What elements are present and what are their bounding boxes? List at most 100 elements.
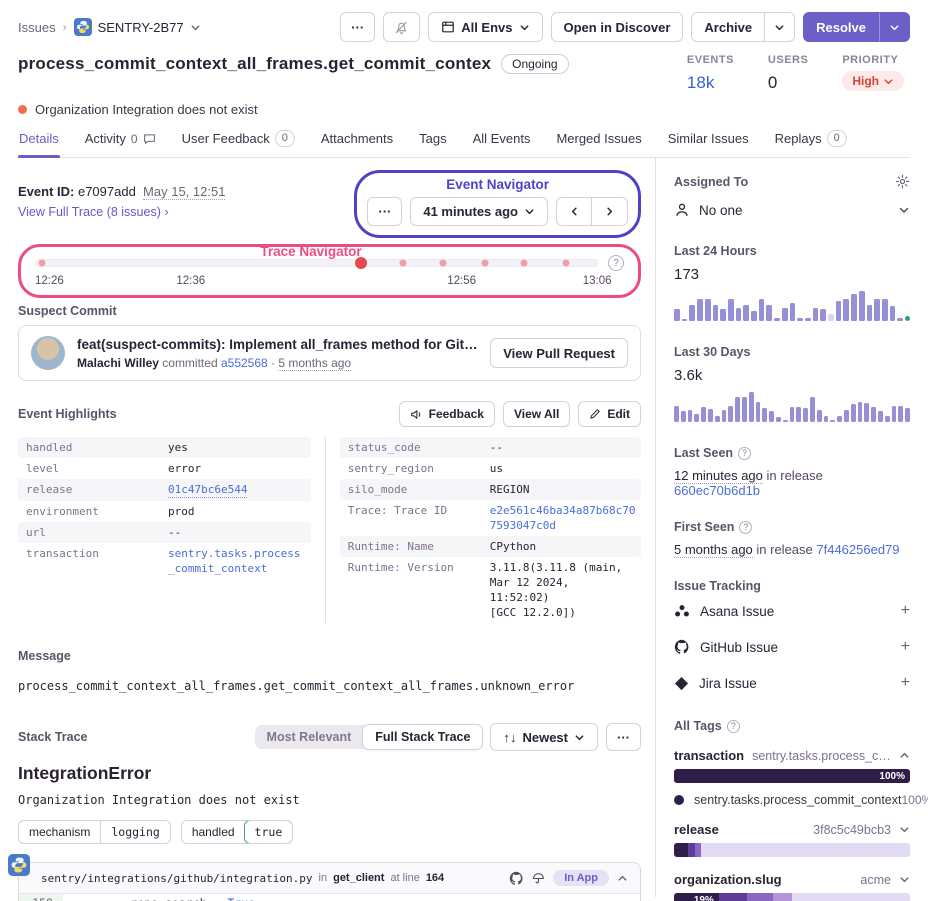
chart-bar [688,410,693,422]
breadcrumb-issues-link[interactable]: Issues [18,20,56,35]
chevron-up-icon [899,750,910,761]
tab-all-events[interactable]: All Events [472,130,532,157]
issue-tracking-label: Asana Issue [700,604,774,619]
tab-merged-issues[interactable]: Merged Issues [555,130,642,157]
mute-button[interactable] [383,12,420,42]
more-actions-button[interactable]: ··· [340,12,375,42]
tab-details[interactable]: Details [18,130,60,157]
code-mapping-icon[interactable] [532,872,545,885]
archive-dropdown-button[interactable] [765,12,795,42]
last-24-hours-chart [674,291,910,321]
tag-top-value: sentry.tasks.process_com… [752,749,891,763]
chart-bar [742,397,747,423]
issue-tracking-item-github[interactable]: GitHub Issue+ [674,629,910,665]
chart-bar [674,309,680,321]
assignee-selector[interactable]: No one [674,202,910,218]
tab-similar-issues[interactable]: Similar Issues [667,130,750,157]
highlight-key: environment [26,504,168,519]
chart-bar [836,301,842,321]
view-all-button[interactable]: View All [503,401,570,427]
source-code: 159 repo_search = True160 codeowners_loc… [19,894,640,901]
tag-legend-row[interactable]: sentry.tasks.process_commit_context100% [674,793,910,807]
highlight-row: handledyes [18,437,311,458]
assignment-settings-button[interactable] [895,174,910,189]
add-icon[interactable]: + [901,674,910,692]
view-pull-request-button[interactable]: View Pull Request [490,338,628,368]
trace-event-dot[interactable] [38,260,45,267]
info-icon[interactable]: ? [727,720,740,733]
tag-bar-segment [773,893,792,901]
last-seen-release-link[interactable]: 660ec70b6d1b [674,483,760,498]
stack-trace-more-button[interactable]: ··· [606,723,641,751]
last-seen-value: 12 minutes ago in release 660ec70b6d1b [674,468,910,498]
chart-bar [828,314,834,322]
next-event-button[interactable] [592,197,628,226]
tab-user-feedback[interactable]: User Feedback0 [181,130,296,157]
chart-bar [736,308,742,322]
issue-tracking-label: Jira Issue [699,676,757,691]
tag-entry-header[interactable]: organization.slugacme [674,872,910,887]
highlight-value[interactable]: 01c47bc6e544 [168,482,247,498]
info-icon[interactable]: ? [738,447,751,460]
resolve-dropdown-button[interactable] [879,12,910,42]
tab-attachments[interactable]: Attachments [320,130,394,157]
chart-bar [776,417,781,422]
trace-event-dot[interactable] [439,260,446,267]
tab-activity[interactable]: Activity0 [84,130,157,157]
info-icon[interactable]: ? [739,521,752,534]
stack-frame-header[interactable]: sentry/integrations/github/integration.p… [19,863,640,894]
highlight-value[interactable]: sentry.tasks.process _commit_context [168,546,300,576]
tab-tags[interactable]: Tags [418,130,447,157]
priority-badge[interactable]: High [842,71,904,91]
archive-button[interactable]: Archive [691,12,765,42]
add-icon[interactable]: + [901,602,910,620]
frame-file-path: sentry/integrations/github/integration.p… [41,872,313,885]
github-icon[interactable] [509,871,524,886]
full-stack-trace-toggle[interactable]: Full Stack Trace [362,724,483,750]
environment-selector[interactable]: All Envs [428,12,542,42]
highlight-row: sentry_regionus [340,458,641,479]
tab-replays[interactable]: Replays0 [774,130,848,157]
feedback-button[interactable]: Feedback [399,401,495,427]
first-seen-release-link[interactable]: 7f446256ed79 [816,542,899,557]
breadcrumb-issue[interactable]: SENTRY-2B77 [74,18,201,36]
tag-entry-header[interactable]: transactionsentry.tasks.process_com… [674,748,910,763]
event-more-button[interactable]: ··· [367,197,402,226]
help-icon[interactable]: ? [608,255,624,271]
tag-entry-organization-slug: organization.slugacme19% [674,872,910,901]
stack-trace-section-label: Stack Trace [18,730,88,744]
stack-frame-card: sentry/integrations/github/integration.p… [18,862,641,901]
add-icon[interactable]: + [901,638,910,656]
highlight-key: sentry_region [348,461,490,476]
chart-bar [790,407,795,422]
last-30-days-chart [674,392,910,422]
issue-tracking-item-jira[interactable]: Jira Issue + [674,665,910,701]
chevron-down-icon [190,22,201,33]
event-age-dropdown[interactable]: 41 minutes ago [410,197,548,226]
trace-event-dot[interactable] [521,260,528,267]
trace-event-dot[interactable] [563,260,570,267]
tag-entry-header[interactable]: release3f8c5c49bcb3 [674,822,910,837]
most-relevant-toggle[interactable]: Most Relevant [255,725,364,749]
python-project-icon [74,18,92,36]
open-in-discover-button[interactable]: Open in Discover [551,12,684,42]
sort-dropdown[interactable]: ↑↓ Newest [490,723,598,751]
mechanism-pills: mechanismlogginghandledtrue [18,820,641,844]
commit-sha-link[interactable]: a552568 [221,356,268,370]
chart-bar [824,416,829,422]
chevron-up-icon[interactable] [617,873,628,884]
chart-bar [728,406,733,423]
edit-button[interactable]: Edit [578,401,641,427]
chart-bar [882,299,888,322]
issue-tracking-item-asana[interactable]: Asana Issue + [674,593,910,629]
event-navigator-annotation: Event Navigator ··· 41 minutes ago [354,170,641,238]
resolve-button[interactable]: Resolve [803,12,879,42]
trace-event-dot[interactable] [481,260,488,267]
archive-split-button: Archive [691,12,795,42]
stat-value[interactable]: 18k [687,73,734,93]
trace-timeline[interactable] [35,259,598,267]
highlight-value[interactable]: e2e561c46ba34a87b68c70 7593047c0d [490,503,636,533]
trace-event-dot[interactable] [400,260,407,267]
view-full-trace-link[interactable]: View Full Trace (8 issues) › [18,205,169,219]
previous-event-button[interactable] [556,197,592,226]
